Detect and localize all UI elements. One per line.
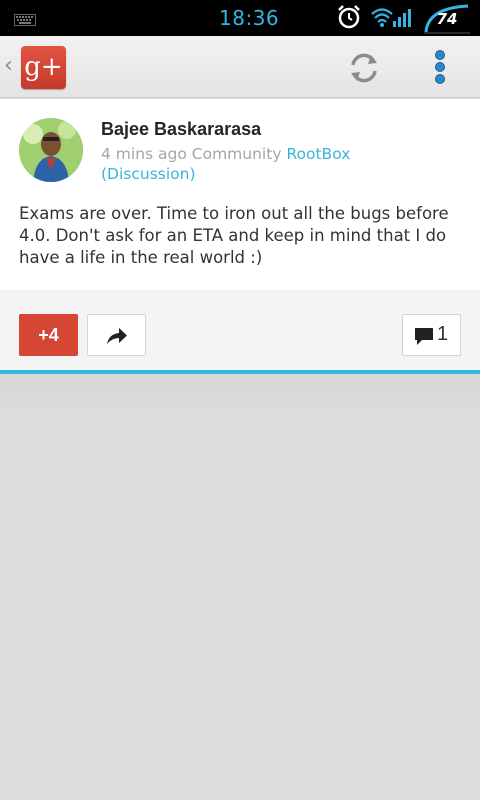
post-text: Exams are over. Time to iron out all the…	[19, 204, 449, 267]
post-action-row: +4 1	[0, 290, 480, 370]
comment-icon	[415, 328, 433, 345]
overflow-menu-icon	[435, 50, 445, 84]
refresh-icon	[351, 53, 377, 83]
author-name[interactable]: Bajee Baskararasa	[101, 119, 261, 140]
wifi-icon	[370, 5, 394, 33]
stream-background	[0, 374, 480, 800]
community-link[interactable]: RootBox	[286, 145, 350, 163]
google-plus-logo[interactable]: g+	[21, 46, 66, 89]
plus-one-button[interactable]: +4	[19, 314, 78, 356]
post-time: 4 mins ago	[101, 145, 187, 163]
action-bar: ‹ g+	[0, 36, 480, 98]
alarm-icon	[336, 4, 362, 34]
refresh-button[interactable]	[344, 50, 384, 86]
up-caret-icon[interactable]: ‹	[4, 53, 13, 78]
share-icon	[107, 328, 127, 344]
comments-button[interactable]: 1	[402, 314, 461, 356]
signal-icon	[392, 6, 416, 32]
overflow-menu-button[interactable]	[426, 48, 454, 86]
post-card: Bajee Baskararasa 4 mins ago Community R…	[0, 99, 480, 370]
post-body[interactable]: Bajee Baskararasa 4 mins ago Community R…	[0, 99, 480, 290]
status-time: 18:36	[219, 6, 280, 30]
battery-gauge: 74	[422, 4, 472, 34]
battery-level: 74	[436, 10, 458, 28]
avatar[interactable]	[19, 118, 83, 182]
post-meta: 4 mins ago Community RootBox (Discussion…	[101, 144, 401, 184]
keyboard-icon	[14, 11, 36, 30]
comment-count: 1	[437, 323, 449, 345]
status-bar: 18:36 74	[0, 0, 480, 36]
category-link[interactable]: (Discussion)	[101, 165, 196, 183]
share-button[interactable]	[87, 314, 146, 356]
audience-type: Community	[191, 145, 282, 163]
